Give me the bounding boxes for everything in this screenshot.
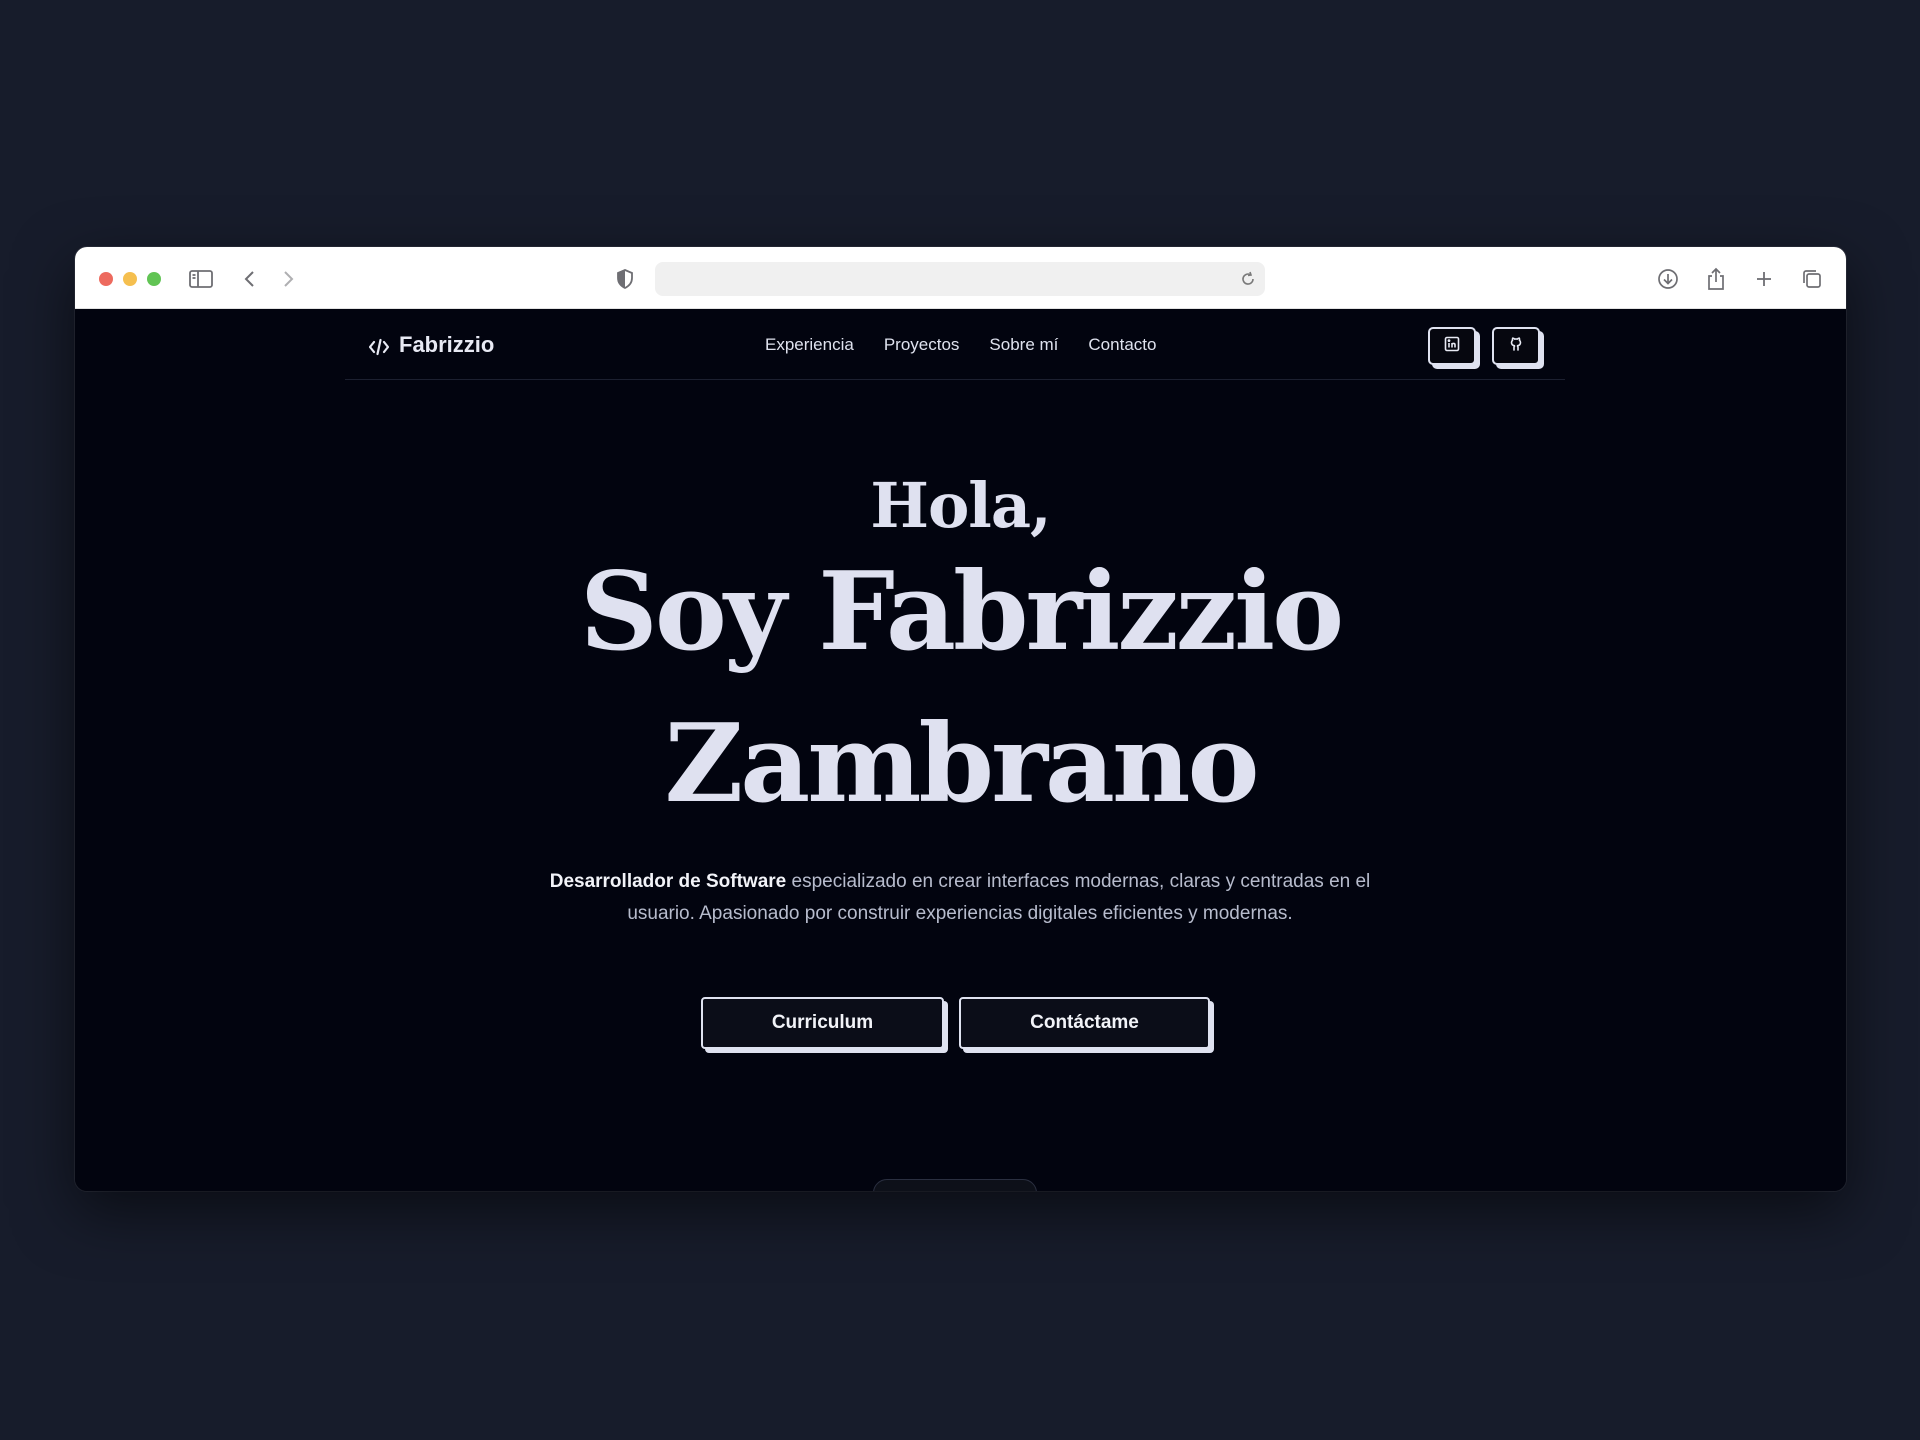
brand-name: Fabrizzio [399,332,495,357]
hero-greeting: Hola, [870,469,1051,542]
web-page: Fabrizzio Experiencia Proyectos Sobre mí… [75,309,1846,1191]
download-icon[interactable] [1655,266,1681,292]
browser-window: Fabrizzio Experiencia Proyectos Sobre mí… [75,247,1846,1191]
nav-link-contacto[interactable]: Contacto [1088,335,1156,355]
hero-name-line1: Soy Fabrizzio [579,549,1344,675]
shield-privacy-icon[interactable] [612,266,638,292]
bottom-floating-pill[interactable] [873,1179,1037,1191]
reload-icon[interactable] [1239,270,1257,288]
brand-logo[interactable]: Fabrizzio [368,332,495,358]
sidebar-toggle-icon[interactable] [188,266,214,292]
nav-link-sobre-mi[interactable]: Sobre mí [989,335,1058,355]
curriculum-button[interactable]: Curriculum [701,997,944,1049]
site-navbar: Fabrizzio Experiencia Proyectos Sobre mí… [345,309,1565,380]
minimize-window-button[interactable] [123,272,137,286]
browser-toolbar [75,247,1846,309]
tab-overview-icon[interactable] [1799,266,1825,292]
new-tab-icon[interactable] [1751,266,1777,292]
hero-role: Desarrollador de Software [549,871,787,892]
close-window-button[interactable] [99,272,113,286]
hero-description: Desarrollador de Software especializado … [535,866,1385,930]
forward-arrow-icon[interactable] [275,266,301,292]
github-button[interactable] [1492,327,1540,365]
linkedin-icon [1444,336,1460,357]
nav-link-proyectos[interactable]: Proyectos [884,335,960,355]
nav-links: Experiencia Proyectos Sobre mí Contacto [765,335,1156,355]
back-arrow-icon[interactable] [237,266,263,292]
hero-name-line2: Zambrano [664,701,1259,827]
address-bar[interactable] [655,262,1265,296]
maximize-window-button[interactable] [147,272,161,286]
code-icon [368,336,390,356]
share-icon[interactable] [1703,266,1729,292]
nav-link-experiencia[interactable]: Experiencia [765,335,854,355]
linkedin-button[interactable] [1428,327,1476,365]
contact-button[interactable]: Contáctame [959,997,1210,1049]
github-icon [1508,336,1524,357]
